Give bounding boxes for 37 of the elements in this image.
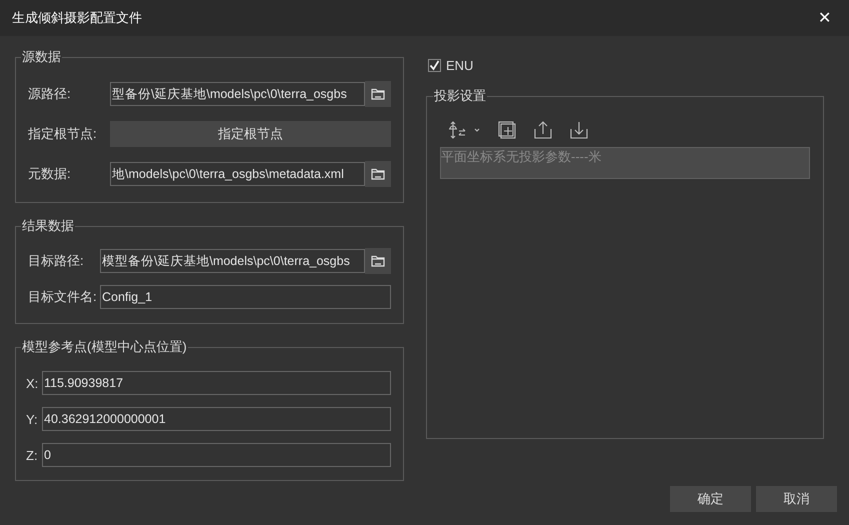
field-label: 元数据: — [28, 165, 72, 183]
coordinate-label: X: — [26, 376, 40, 390]
frame-icon[interactable] — [498, 121, 516, 139]
browse-button[interactable] — [365, 161, 391, 187]
download-icon[interactable] — [570, 121, 588, 139]
field-label: 指定根节点: — [28, 125, 98, 143]
group-title: 结果数据 — [21, 217, 75, 235]
ok-button[interactable]: 确定 — [670, 486, 751, 512]
enu-label: ENU — [446, 58, 474, 73]
group-title: 模型参考点(模型中心点位置) — [21, 338, 188, 356]
coordinate-label: Z: — [26, 448, 39, 462]
browse-button[interactable] — [365, 81, 391, 107]
axis-swap-icon[interactable] — [448, 121, 480, 139]
path-field[interactable]: 地\models\pc\0\terra_osgbs\metadata.xml — [110, 162, 365, 186]
enu-checkbox[interactable] — [428, 59, 441, 72]
folder-icon — [371, 168, 385, 180]
folder-icon — [371, 255, 385, 267]
projection-text-area[interactable]: 平面坐标系无投影参数----米 — [440, 147, 810, 179]
field-label: 目标文件名: — [28, 288, 98, 306]
text-field[interactable]: Config_1 — [100, 285, 391, 309]
cancel-button[interactable]: 取消 — [756, 486, 837, 512]
field-label: 源路径: — [28, 85, 72, 103]
close-button[interactable]: ✕ — [814, 8, 835, 28]
folder-icon — [371, 88, 385, 100]
upload-icon[interactable] — [534, 121, 552, 139]
coordinate-label: Y: — [26, 412, 39, 426]
path-field[interactable]: 模型备份\延庆基地\models\pc\0\terra_osgbs — [100, 249, 365, 273]
group-title: 源数据 — [21, 48, 62, 66]
browse-button[interactable] — [365, 248, 391, 274]
coordinate-field[interactable]: 40.362912000000001 — [42, 407, 391, 431]
window-title: 生成倾斜摄影配置文件 — [12, 9, 142, 27]
coordinate-field[interactable]: 0 — [42, 443, 391, 467]
path-field[interactable]: 型备份\延庆基地\models\pc\0\terra_osgbs — [110, 82, 365, 106]
group-title: 投影设置 — [433, 87, 487, 105]
field-label: 目标路径: — [28, 252, 85, 270]
coordinate-field[interactable]: 115.90939817 — [42, 371, 391, 395]
root-node-button[interactable]: 指定根节点 — [110, 121, 391, 147]
